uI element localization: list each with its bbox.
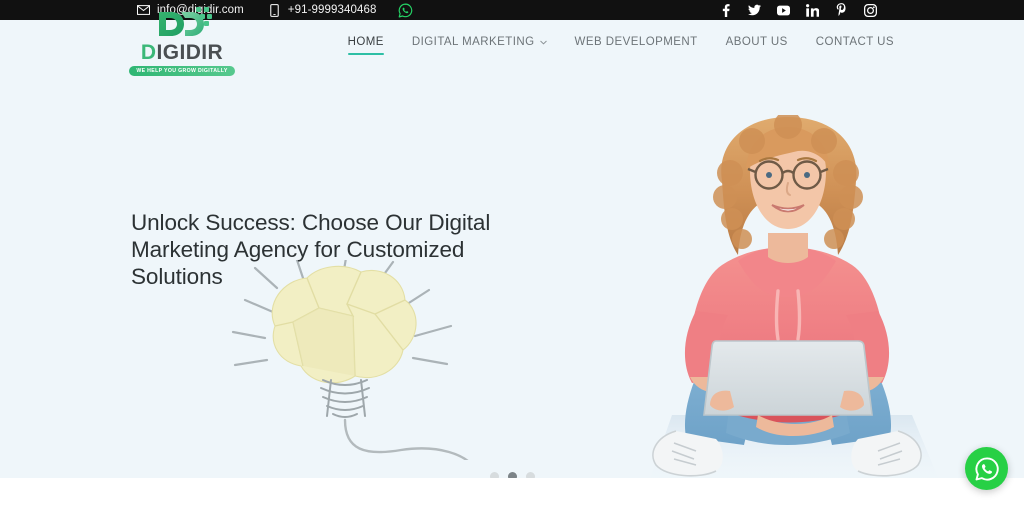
hero-title: Unlock Success: Choose Our Digital Marke… xyxy=(131,210,561,290)
nav-label-about-us: ABOUT US xyxy=(725,36,788,48)
nav-label-digital-marketing: DIGITAL MARKETING xyxy=(411,36,535,48)
carousel-dot-2[interactable] xyxy=(507,472,517,478)
hero-copy: Unlock Success: Choose Our Digital Marke… xyxy=(131,210,561,290)
logo-mark-icon xyxy=(159,7,212,36)
logo-tagline: WE HELP YOU GROW DIGITALLY xyxy=(129,66,235,76)
whatsapp-float-button[interactable] xyxy=(965,447,1008,490)
hero-title-line-1: Unlock Success: Choose Our Digital xyxy=(131,210,491,235)
nav-item-digital-marketing[interactable]: DIGITAL MARKETING xyxy=(412,36,547,55)
nav-item-web-development[interactable]: WEB DEVELOPMENT xyxy=(575,36,698,55)
logo-wordmark-prefix: D xyxy=(140,41,157,64)
main-navigation: HOME DIGITAL MARKETING WEB DEVELOPMENT A… xyxy=(347,36,894,55)
nav-label-contact-us: CONTACT US xyxy=(815,36,894,48)
chevron-down-icon xyxy=(539,40,547,45)
carousel-dots xyxy=(0,472,1024,478)
nav-item-home[interactable]: HOME xyxy=(347,36,385,55)
nav-item-contact-us[interactable]: CONTACT US xyxy=(816,36,894,55)
page-root: info@digidir.com +91-9999340468 xyxy=(0,0,1024,505)
whatsapp-icon xyxy=(974,456,999,481)
logo-wordmark-rest: IGIDIR xyxy=(156,41,224,64)
woman-with-laptop-illustration xyxy=(650,115,939,478)
nav-item-about-us[interactable]: ABOUT US xyxy=(726,36,788,55)
nav-label-home: HOME xyxy=(347,36,384,48)
carousel-dot-1[interactable] xyxy=(489,472,499,478)
logo-wordmark: DIGIDIR xyxy=(141,42,223,63)
hero-title-line-2: Marketing Agency for Customized Solution… xyxy=(131,236,465,289)
site-logo[interactable]: DIGIDIR WE HELP YOU GROW DIGITALLY xyxy=(129,6,235,84)
site-header: DIGIDIR WE HELP YOU GROW DIGITALLY HOME … xyxy=(0,0,1024,90)
carousel-dot-3[interactable] xyxy=(525,472,535,478)
nav-label-web-development: WEB DEVELOPMENT xyxy=(574,36,698,48)
page-bottom-area xyxy=(0,478,1024,505)
